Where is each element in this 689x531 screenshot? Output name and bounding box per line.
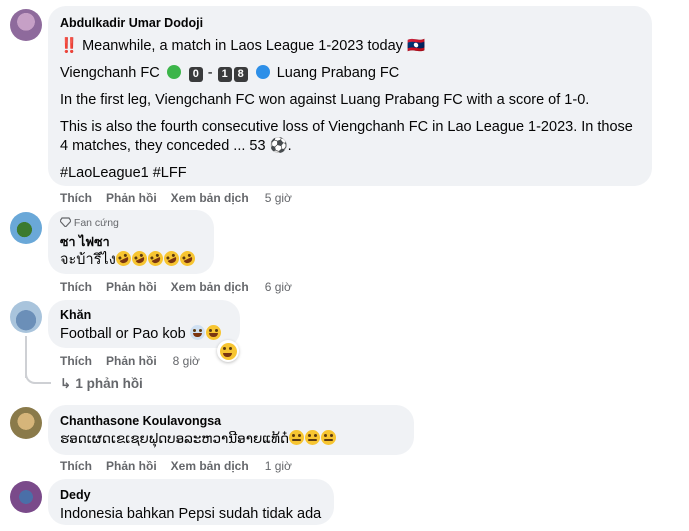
- badge-label: Fan cứng: [73, 217, 119, 229]
- avatar[interactable]: [10, 9, 42, 41]
- score-line: Viengchanh FC 0 - 18 Luang Prabang FC: [60, 64, 640, 83]
- timestamp[interactable]: 8 giờ: [173, 354, 200, 368]
- timestamp[interactable]: 1 giờ: [265, 459, 292, 473]
- unamused-emoji-icon: [305, 430, 321, 445]
- rofl-emoji-icon: [177, 248, 198, 269]
- reply-button[interactable]: Phản hồi: [106, 459, 157, 473]
- green-circle-icon: [166, 65, 181, 79]
- comment-text-para3-cont: 4 matches, they conceded ... 53 ⚽.: [60, 138, 292, 154]
- comment-author[interactable]: Chanthasone Koulavongsa: [60, 413, 402, 429]
- translate-button[interactable]: Xem bản dịch: [171, 191, 249, 205]
- comment-author[interactable]: ซา ไฟซา: [60, 234, 202, 250]
- avatar[interactable]: [10, 407, 42, 439]
- thread-curve: [25, 370, 51, 384]
- comment-text: ຮອດເຜດເຂເຊຍຟຸດບອລະຫວານີອາຍແທ້ດ໋: [60, 430, 402, 449]
- laugh-emoji-icon: [219, 342, 237, 360]
- comment-text: จะบ้ารึไง: [60, 248, 202, 270]
- diamond-icon: [59, 217, 72, 228]
- timestamp[interactable]: 6 giờ: [265, 280, 292, 294]
- comment-bubble: Dedy Indonesia bahkan Pepsi sudah tidak …: [48, 479, 334, 525]
- comment-author[interactable]: Abdulkadir Umar Dodoji: [60, 15, 640, 31]
- score-dash: -: [207, 65, 213, 81]
- rofl-emoji-icon: [161, 248, 182, 269]
- comment-author[interactable]: Dedy: [60, 487, 322, 503]
- comment-actions: Thích Phản hồi 8 giờ: [60, 354, 214, 368]
- comment-bubble: Fan cứng ซา ไฟซา จะบ้ารึไง: [48, 210, 214, 274]
- comment-text-body: Football or Pao kob: [60, 326, 186, 342]
- unamused-emoji-icon: [321, 430, 337, 445]
- score-digit: 1: [217, 67, 232, 82]
- score-digit: 8: [233, 67, 248, 82]
- view-replies-link[interactable]: ↳ 1 phản hồi: [60, 376, 143, 392]
- haha-reaction-icon[interactable]: [217, 340, 239, 362]
- comment-actions: Thích Phản hồi Xem bản dịch 1 giờ: [60, 459, 306, 473]
- fan-badge: Fan cứng: [59, 217, 202, 230]
- reply-button[interactable]: Phản hồi: [106, 354, 157, 368]
- reply-button[interactable]: Phản hồi: [106, 191, 157, 205]
- away-team: Luang Prabang FC: [276, 65, 400, 81]
- like-button[interactable]: Thích: [60, 354, 92, 368]
- comment-author[interactable]: Khăn: [60, 307, 228, 323]
- comment-bubble: Abdulkadir Umar Dodoji ‼️ Meanwhile, a m…: [48, 6, 652, 186]
- comment-actions: Thích Phản hồi Xem bản dịch 6 giờ: [60, 280, 306, 294]
- timestamp[interactable]: 5 giờ: [265, 191, 292, 205]
- rofl-emoji-icon: [129, 248, 150, 269]
- like-button[interactable]: Thích: [60, 191, 92, 205]
- comment-text: Indonesia bahkan Pepsi sudah tidak ada: [60, 506, 322, 522]
- translate-button[interactable]: Xem bản dịch: [171, 459, 249, 473]
- rofl-emoji-icon: [113, 248, 134, 269]
- comment-text-body: ຮອດເຜດເຂເຊຍຟຸດບອລະຫວານີອາຍແທ້ດ໋: [60, 431, 290, 447]
- replies-count: 1 phản hồi: [75, 376, 143, 391]
- comment-text-para2: In the first leg, Viengchanh FC won agai…: [60, 92, 590, 108]
- comment-text: Football or Pao kob: [60, 325, 228, 344]
- avatar[interactable]: [10, 481, 42, 513]
- hashtags[interactable]: #LaoLeague1 #LFF: [60, 164, 640, 183]
- rofl-emoji-icon: [145, 248, 166, 269]
- avatar[interactable]: [10, 212, 42, 244]
- translate-button[interactable]: Xem bản dịch: [171, 280, 249, 294]
- reply-button[interactable]: Phản hồi: [106, 280, 157, 294]
- avatar[interactable]: [10, 301, 42, 333]
- hand-over-mouth-emoji-icon: [205, 325, 221, 340]
- reply-arrow-icon: ↳: [60, 376, 72, 391]
- like-button[interactable]: Thích: [60, 280, 92, 294]
- home-team: Viengchanh FC: [60, 65, 160, 81]
- score-digit: 0: [188, 67, 203, 82]
- like-button[interactable]: Thích: [60, 459, 92, 473]
- comment-bubble: Khăn Football or Pao kob: [48, 300, 240, 348]
- comment-text-body: จะบ้ารึไง: [60, 252, 116, 268]
- blue-circle-icon: [255, 65, 270, 79]
- comment-text-para3: This is also the fourth consecutive loss…: [60, 119, 633, 135]
- comment-actions: Thích Phản hồi Xem bản dịch 5 giờ: [60, 191, 306, 205]
- unamused-emoji-icon: [289, 430, 305, 445]
- comment-bubble: Chanthasone Koulavongsa ຮອດເຜດເຂເຊຍຟຸດບອ…: [48, 405, 414, 455]
- comment-text-line1: ‼️ Meanwhile, a match in Laos League 1-2…: [60, 38, 425, 54]
- scream-emoji-icon: [189, 325, 205, 340]
